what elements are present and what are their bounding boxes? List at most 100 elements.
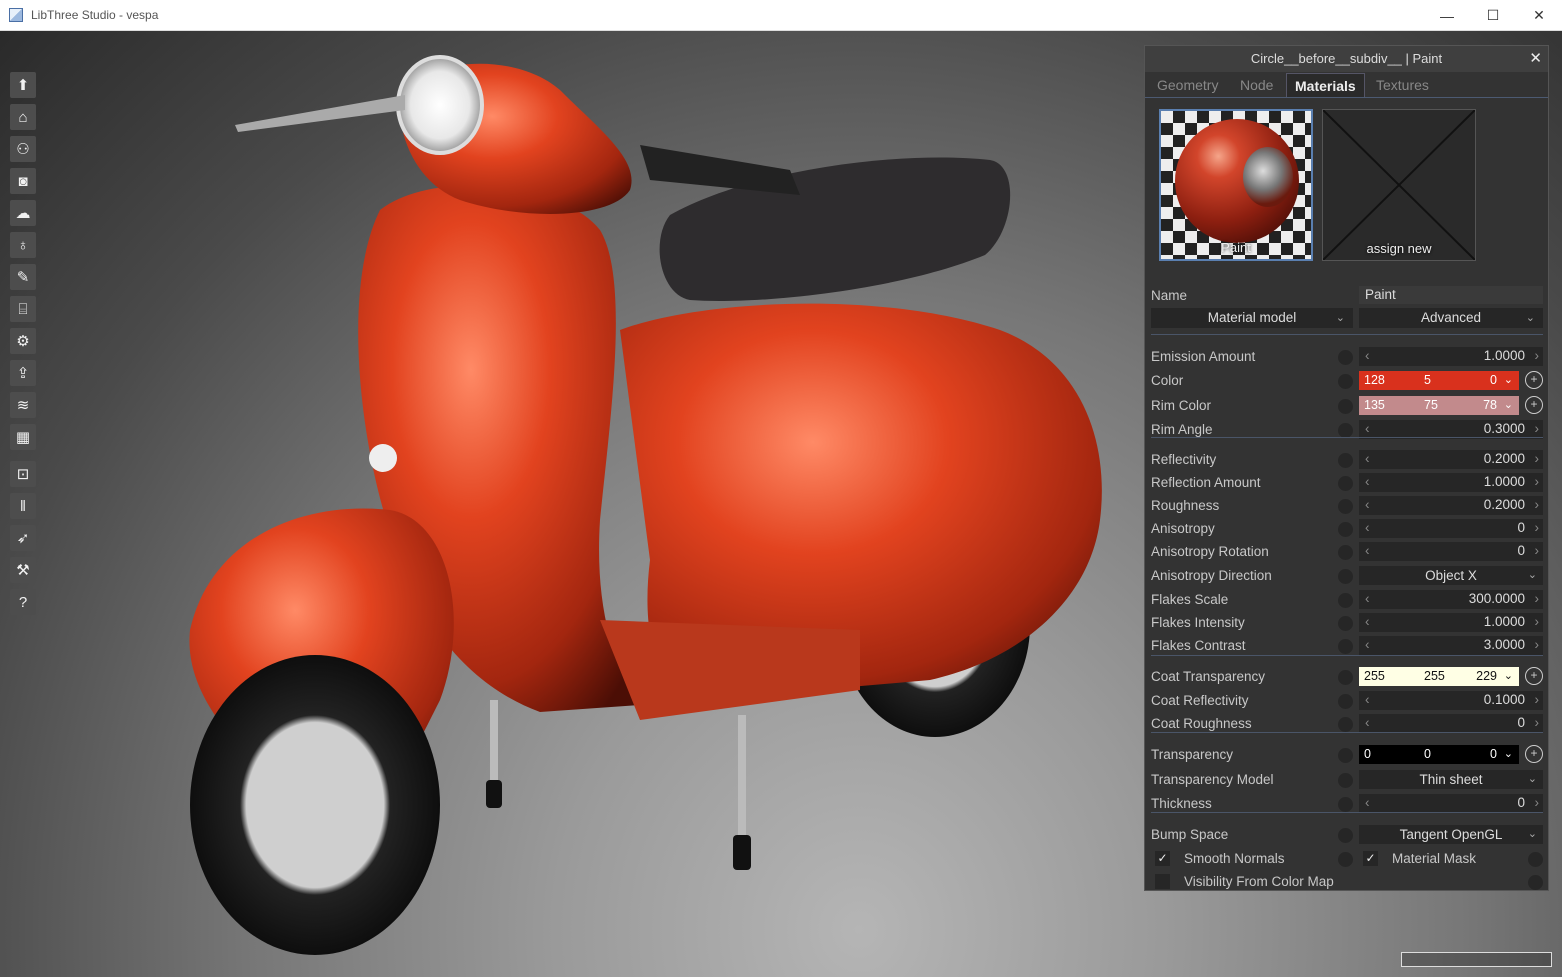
anisotropy-keyframe-toggle[interactable] <box>1338 522 1353 537</box>
chevron-left-icon[interactable]: ‹ <box>1365 715 1370 730</box>
assign-new-swatch[interactable]: assign new <box>1322 109 1476 261</box>
coat-transparency-keyframe-toggle[interactable] <box>1338 670 1353 685</box>
anisotropy-rotation-keyframe-toggle[interactable] <box>1338 545 1353 560</box>
layers-button[interactable]: ≋ <box>10 392 36 418</box>
chevron-right-icon[interactable]: › <box>1535 497 1540 512</box>
flakes-intensity-keyframe-toggle[interactable] <box>1338 616 1353 631</box>
thickness-spinner[interactable]: ‹ 0 › <box>1359 794 1543 813</box>
material-mask-keyframe-toggle[interactable] <box>1528 852 1543 867</box>
flakes-contrast-spinner[interactable]: ‹ 3.0000 › <box>1359 636 1543 655</box>
coat-roughness-keyframe-toggle[interactable] <box>1338 717 1353 732</box>
emission-amount-spinner[interactable]: ‹ 1.0000 › <box>1359 347 1543 366</box>
maximize-button[interactable]: ☐ <box>1470 0 1516 31</box>
transparency-keyframe-toggle[interactable] <box>1338 748 1353 763</box>
chevron-left-icon[interactable]: ‹ <box>1365 520 1370 535</box>
chevron-left-icon[interactable]: ‹ <box>1365 497 1370 512</box>
hierarchy-button[interactable]: ⚇ <box>10 136 36 162</box>
flakes-scale-spinner[interactable]: ‹ 300.0000 › <box>1359 590 1543 609</box>
visibility-from-color-map-checkbox[interactable] <box>1155 874 1170 889</box>
lightbulb-button[interactable]: ♁ <box>10 232 36 258</box>
close-window-button[interactable]: ✕ <box>1516 0 1562 31</box>
coat-transparency-color-picker-icon[interactable]: + <box>1525 667 1543 685</box>
transparency-model-keyframe-toggle[interactable] <box>1338 773 1353 788</box>
reflectivity-spinner[interactable]: ‹ 0.2000 › <box>1359 450 1543 469</box>
bump-space-keyframe-toggle[interactable] <box>1338 828 1353 843</box>
chevron-right-icon[interactable]: › <box>1535 715 1540 730</box>
chevron-right-icon[interactable]: › <box>1535 421 1540 436</box>
chevron-left-icon[interactable]: ‹ <box>1365 543 1370 558</box>
chevron-left-icon[interactable]: ‹ <box>1365 348 1370 363</box>
reflection-amount-spinner[interactable]: ‹ 1.0000 › <box>1359 473 1543 492</box>
rocket-button[interactable]: ➶ <box>10 525 36 551</box>
chevron-right-icon[interactable]: › <box>1535 474 1540 489</box>
lock-button[interactable]: ⊡ <box>10 461 36 487</box>
transparency-model-dropdown[interactable]: Thin sheet ⌄ <box>1359 770 1543 789</box>
chevron-left-icon[interactable]: ‹ <box>1365 614 1370 629</box>
chevron-right-icon[interactable]: › <box>1535 692 1540 707</box>
chevron-left-icon[interactable]: ‹ <box>1365 474 1370 489</box>
transparency-color-field[interactable]: 0 0 0 ⌄ <box>1359 745 1519 764</box>
anisotropy-direction-keyframe-toggle[interactable] <box>1338 569 1353 584</box>
rim-color-keyframe-toggle[interactable] <box>1338 399 1353 414</box>
anisotropy-spinner[interactable]: ‹ 0 › <box>1359 519 1543 538</box>
rim-angle-keyframe-toggle[interactable] <box>1338 423 1353 438</box>
minimize-button[interactable]: — <box>1424 0 1470 31</box>
camera-button[interactable]: ◙ <box>10 168 36 194</box>
chevron-right-icon[interactable]: › <box>1535 543 1540 558</box>
grid-button[interactable]: ▦ <box>10 424 36 450</box>
coat-transparency-color-field[interactable]: 255 255 229 ⌄ <box>1359 667 1519 686</box>
tools-button[interactable]: ⚒ <box>10 557 36 583</box>
transparency-color-picker-icon[interactable]: + <box>1525 745 1543 763</box>
material-mode-dropdown[interactable]: Advanced ⌄ <box>1359 308 1543 328</box>
color-keyframe-toggle[interactable] <box>1338 374 1353 389</box>
thickness-keyframe-toggle[interactable] <box>1338 797 1353 812</box>
color-color-field[interactable]: 128 5 0 ⌄ <box>1359 371 1519 390</box>
chevron-left-icon[interactable]: ‹ <box>1365 795 1370 810</box>
settings-gear-button[interactable]: ⚙ <box>10 328 36 354</box>
help-button[interactable]: ? <box>10 589 36 615</box>
coat-reflectivity-spinner[interactable]: ‹ 0.1000 › <box>1359 691 1543 710</box>
rim-color-color-field[interactable]: 135 75 78 ⌄ <box>1359 396 1519 415</box>
material-mask-checkbox[interactable]: ✓ <box>1363 851 1378 866</box>
brush-button[interactable]: ✎ <box>10 264 36 290</box>
coat-roughness-spinner[interactable]: ‹ 0 › <box>1359 714 1543 733</box>
material-model-dropdown[interactable]: Material model ⌄ <box>1151 308 1353 328</box>
rim-color-color-picker-icon[interactable]: + <box>1525 396 1543 414</box>
chevron-left-icon[interactable]: ‹ <box>1365 451 1370 466</box>
chevron-right-icon[interactable]: › <box>1535 520 1540 535</box>
cloud-button[interactable]: ☁ <box>10 200 36 226</box>
material-name-field[interactable]: Paint <box>1359 286 1543 304</box>
chevron-left-icon[interactable]: ‹ <box>1365 591 1370 606</box>
export-button[interactable]: ⇪ <box>10 360 36 386</box>
up-arrow-button[interactable]: ⬆ <box>10 72 36 98</box>
coat-reflectivity-keyframe-toggle[interactable] <box>1338 694 1353 709</box>
chevron-right-icon[interactable]: › <box>1535 637 1540 652</box>
roughness-keyframe-toggle[interactable] <box>1338 499 1353 514</box>
reflectivity-keyframe-toggle[interactable] <box>1338 453 1353 468</box>
chevron-right-icon[interactable]: › <box>1535 614 1540 629</box>
close-icon[interactable]: ✕ <box>1529 46 1542 72</box>
chevron-right-icon[interactable]: › <box>1535 591 1540 606</box>
tab-materials[interactable]: Materials <box>1286 73 1365 97</box>
flakes-scale-keyframe-toggle[interactable] <box>1338 593 1353 608</box>
pause-button[interactable]: ‖ <box>10 493 36 519</box>
roughness-spinner[interactable]: ‹ 0.2000 › <box>1359 496 1543 515</box>
anisotropy-direction-dropdown[interactable]: Object X ⌄ <box>1359 566 1543 585</box>
tab-geometry[interactable]: Geometry <box>1157 73 1218 97</box>
chevron-right-icon[interactable]: › <box>1535 795 1540 810</box>
chevron-left-icon[interactable]: ‹ <box>1365 692 1370 707</box>
home-button[interactable]: ⌂ <box>10 104 36 130</box>
flakes-contrast-keyframe-toggle[interactable] <box>1338 639 1353 654</box>
chevron-right-icon[interactable]: › <box>1535 348 1540 363</box>
emission-amount-keyframe-toggle[interactable] <box>1338 350 1353 365</box>
flakes-intensity-spinner[interactable]: ‹ 1.0000 › <box>1359 613 1543 632</box>
reflection-amount-keyframe-toggle[interactable] <box>1338 476 1353 491</box>
color-color-picker-icon[interactable]: + <box>1525 371 1543 389</box>
environment-button[interactable]: ⌸ <box>10 296 36 322</box>
chevron-right-icon[interactable]: › <box>1535 451 1540 466</box>
tab-textures[interactable]: Textures <box>1376 73 1429 97</box>
tab-node[interactable]: Node <box>1240 73 1273 97</box>
chevron-left-icon[interactable]: ‹ <box>1365 421 1370 436</box>
material-swatch-paint[interactable]: Paint <box>1159 109 1313 261</box>
anisotropy-rotation-spinner[interactable]: ‹ 0 › <box>1359 542 1543 561</box>
